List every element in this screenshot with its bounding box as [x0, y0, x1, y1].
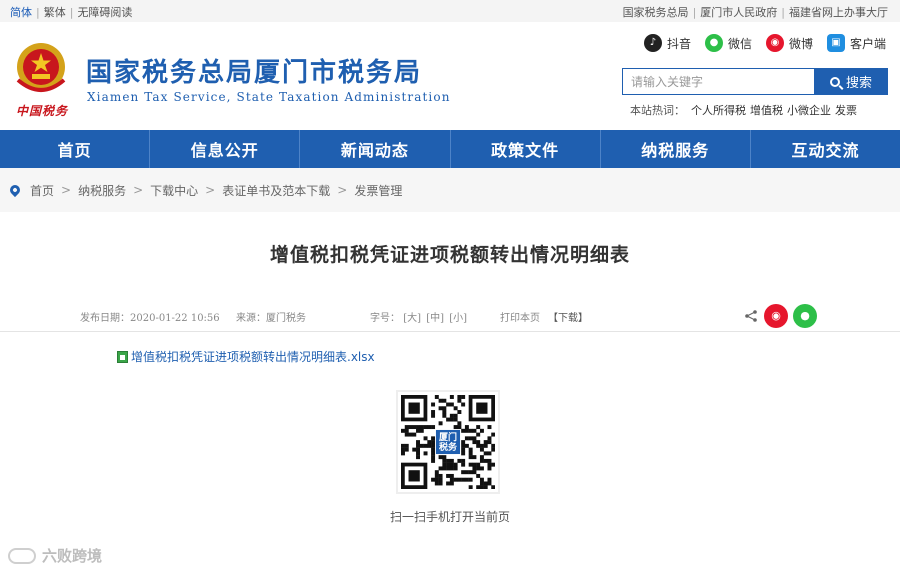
douyin-label: 抖音: [666, 36, 691, 51]
qr-center-label: 厦门: [439, 431, 457, 443]
font-size-label: 字号：: [370, 313, 400, 324]
watermark-logo-icon: [8, 547, 36, 564]
client-app-label: 客户端: [849, 36, 886, 51]
wechat-icon: ●: [704, 34, 723, 52]
qr-center-label: 税务: [439, 441, 458, 453]
client-app-link[interactable]: ▣ 客户端: [826, 34, 886, 52]
watermark: 六败跨境: [8, 545, 102, 566]
publish-date: 发布日期：2020-01-22 10:56: [80, 313, 220, 324]
font-size-small[interactable]: [小]: [449, 313, 467, 324]
search-button[interactable]: 搜索: [814, 68, 888, 95]
emblem-caption: 中国税务: [15, 104, 68, 118]
download-link[interactable]: 【下载】: [548, 309, 588, 324]
site-header: 中国税务 国家税务总局厦门市税务局 Xiamen Tax Service, St…: [0, 22, 900, 130]
location-pin-icon: [7, 182, 23, 198]
top-utility-bar: 简体 | 繁体 | 无障碍阅读 国家税务总局 | 厦门市人民政府 | 福建省网上…: [0, 0, 900, 22]
share-wechat-icon[interactable]: ●: [793, 304, 817, 328]
weibo-link[interactable]: ◉ 微博: [765, 34, 813, 52]
nav-tax-service[interactable]: 纳税服务: [601, 130, 751, 168]
client-app-icon: ▣: [826, 34, 845, 52]
breadcrumb-download-center[interactable]: 下载中心: [150, 182, 198, 199]
separator: |: [36, 5, 40, 19]
breadcrumb-separator: >: [61, 183, 72, 197]
sta-link[interactable]: 国家税务总局: [623, 4, 689, 20]
font-size-medium[interactable]: [中]: [426, 313, 444, 324]
accessibility-link[interactable]: 无障碍阅读: [77, 4, 132, 20]
font-size-large[interactable]: [大]: [403, 313, 421, 324]
wechat-link[interactable]: ● 微信: [704, 34, 752, 52]
hot-term-iit[interactable]: 个人所得税: [691, 102, 746, 118]
font-size-controls: 字号： [大] [中] [小]: [370, 309, 469, 324]
national-emblem-icon: [16, 43, 66, 92]
breadcrumb-tax-service[interactable]: 纳税服务: [78, 182, 126, 199]
qr-caption: 扫一扫手机打开当前页: [389, 510, 510, 524]
douyin-icon: ♪: [643, 34, 662, 52]
main-nav: 首页 信息公开 新闻动态 政策文件 纳税服务 互动交流: [0, 130, 900, 168]
simplified-chinese-link[interactable]: 简体: [10, 4, 32, 20]
external-links: 国家税务总局 | 厦门市人民政府 | 福建省网上办事大厅: [623, 4, 888, 20]
nav-home[interactable]: 首页: [0, 130, 151, 168]
breadcrumb-invoice-management[interactable]: 发票管理: [354, 182, 402, 199]
qr-code: 厦门 税务: [396, 390, 500, 494]
hot-term-invoice[interactable]: 发票: [835, 102, 857, 118]
breadcrumb-forms-download[interactable]: 表证单书及范本下载: [222, 182, 330, 199]
hot-terms-label: 本站热词：: [630, 104, 685, 117]
separator: |: [69, 5, 74, 19]
language-switch: 简体 | 繁体 | 无障碍阅读: [10, 4, 132, 20]
search-button-label: 搜索: [845, 76, 872, 91]
traditional-chinese-link[interactable]: 繁体: [44, 4, 66, 20]
article-title: 增值税扣税凭证进项税额转出情况明细表: [269, 244, 630, 266]
breadcrumb-separator: >: [205, 183, 216, 197]
wechat-label: 微信: [727, 36, 752, 51]
breadcrumb-separator: >: [133, 183, 144, 197]
site-search: 搜索: [622, 68, 888, 95]
article-source: 来源：厦门税务: [236, 313, 306, 324]
attachment: 增值税扣税凭证进项税额转出情况明细表.xlsx: [117, 348, 375, 365]
social-links: ♪ 抖音 ● 微信 ◉ 微博 ▣ 客户端: [630, 34, 886, 52]
search-icon: [829, 76, 840, 87]
douyin-link[interactable]: ♪ 抖音: [643, 34, 691, 52]
weibo-icon: ◉: [765, 34, 784, 52]
xiamen-government-link[interactable]: 厦门市人民政府: [700, 4, 777, 20]
weibo-label: 微博: [788, 36, 813, 51]
share-weibo-icon[interactable]: ◉: [764, 304, 788, 328]
breadcrumb-home[interactable]: 首页: [30, 182, 54, 199]
separator: |: [781, 5, 785, 19]
breadcrumb-separator: >: [337, 183, 348, 197]
site-title: 国家税务总局厦门市税务局: [86, 58, 423, 88]
hot-terms: 本站热词： 个人所得税 增值税 小微企业 发票: [630, 102, 861, 118]
search-input[interactable]: [622, 68, 814, 95]
hot-term-vat[interactable]: 增值税: [750, 102, 783, 118]
nav-policy[interactable]: 政策文件: [451, 130, 601, 168]
nav-info-disclosure[interactable]: 信息公开: [150, 130, 301, 168]
fujian-online-service-link[interactable]: 福建省网上办事大厅: [789, 4, 888, 20]
attachment-link[interactable]: 增值税扣税凭证进项税额转出情况明细表.xlsx: [131, 348, 375, 365]
breadcrumb: 首页 > 纳税服务 > 下载中心 > 表证单书及范本下载 > 发票管理: [0, 168, 900, 212]
print-link[interactable]: 打印本页: [500, 309, 540, 324]
site-subtitle: Xiamen Tax Service, State Taxation Admin…: [87, 90, 451, 104]
hot-term-small-business[interactable]: 小微企业: [787, 102, 831, 118]
separator: |: [692, 5, 697, 19]
watermark-text: 六败跨境: [42, 547, 103, 565]
qr-code-image: 厦门税务: [401, 395, 496, 490]
article-meta: 发布日期：2020-01-22 10:56 来源：厦门税务 字号： [大] [中…: [0, 300, 900, 332]
nav-interaction[interactable]: 互动交流: [751, 130, 900, 168]
share-icon[interactable]: [745, 310, 757, 322]
nav-news[interactable]: 新闻动态: [300, 130, 451, 168]
excel-file-icon: [117, 350, 128, 363]
